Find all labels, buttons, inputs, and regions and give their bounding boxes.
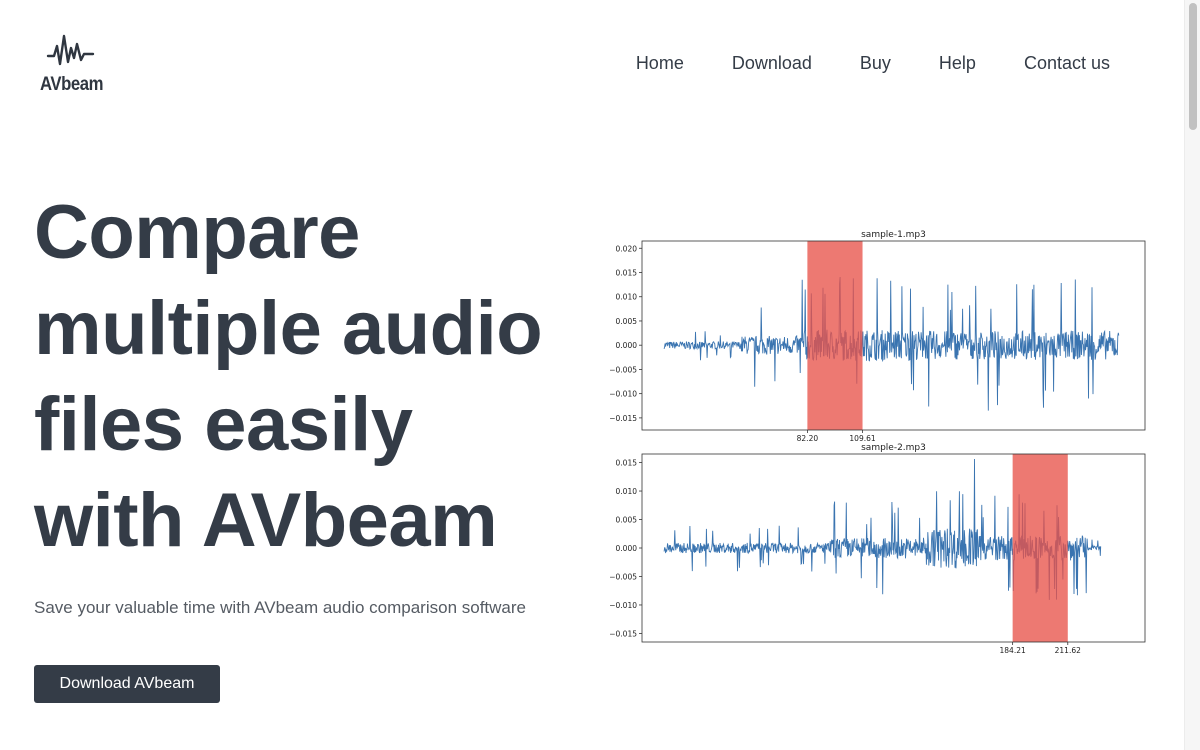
nav-download[interactable]: Download bbox=[732, 53, 812, 74]
y-tick-label: −0.005 bbox=[609, 365, 637, 374]
site-header: AVbeam Home Download Buy Help Contact us bbox=[0, 0, 1184, 130]
chart-title: sample-1.mp3 bbox=[861, 230, 926, 240]
y-tick-label: 0.000 bbox=[616, 544, 638, 553]
y-tick-label: 0.005 bbox=[616, 317, 638, 326]
waveform-comparison-figure: sample-1.mp3 0.020 0.015 0.010 0.005 0.000 −0.… bbox=[600, 225, 1160, 665]
vertical-scrollbar[interactable] bbox=[1184, 0, 1200, 750]
nav-buy[interactable]: Buy bbox=[860, 53, 891, 74]
y-tick-label: −0.005 bbox=[609, 572, 637, 581]
y-tick-label: 0.015 bbox=[616, 269, 638, 278]
hero-subtitle: Save your valuable time with AVbeam audi… bbox=[34, 598, 526, 617]
nav-home[interactable]: Home bbox=[636, 53, 684, 74]
hero-title: Compare multiple audio files easily with… bbox=[34, 185, 594, 569]
hero-title-line: files easily bbox=[34, 382, 413, 467]
y-tick-label: 0.020 bbox=[616, 244, 638, 253]
download-avbeam-button[interactable]: Download AVbeam bbox=[34, 665, 220, 703]
x-tick-label: 211.62 bbox=[1055, 646, 1081, 655]
x-tick-label: 82.20 bbox=[797, 434, 819, 443]
hero-title-line: with AVbeam bbox=[34, 478, 498, 563]
waveform-icon bbox=[46, 34, 95, 66]
waveform-line bbox=[663, 276, 1120, 411]
main-nav: Home Download Buy Help Contact us bbox=[636, 53, 1110, 74]
waveform-plots: sample-1.mp3 0.020 0.015 0.010 0.005 0.000 −0.… bbox=[609, 230, 1146, 655]
y-tick-label: 0.010 bbox=[616, 487, 638, 496]
brand-name: AVbeam bbox=[40, 74, 104, 95]
nav-help[interactable]: Help bbox=[939, 53, 976, 74]
y-tick-label: 0.015 bbox=[616, 459, 638, 468]
hero-title-line: Compare bbox=[34, 190, 360, 275]
y-tick-label: 0.000 bbox=[616, 341, 638, 350]
logo[interactable]: AVbeam bbox=[40, 34, 104, 96]
x-tick-label: 109.61 bbox=[849, 434, 875, 443]
x-tick-label: 184.21 bbox=[1000, 646, 1026, 655]
hero-title-line: multiple audio bbox=[34, 286, 543, 371]
y-tick-label: −0.015 bbox=[609, 414, 637, 423]
highlight-region bbox=[807, 241, 863, 430]
nav-contact-us[interactable]: Contact us bbox=[1024, 53, 1110, 74]
y-tick-label: −0.015 bbox=[609, 629, 637, 638]
y-tick-label: −0.010 bbox=[609, 390, 637, 399]
chart-title: sample-2.mp3 bbox=[861, 443, 926, 453]
highlight-region bbox=[1012, 454, 1068, 642]
y-tick-label: −0.010 bbox=[609, 601, 637, 610]
y-tick-label: 0.005 bbox=[616, 516, 638, 525]
y-tick-label: 0.010 bbox=[616, 293, 638, 302]
scrollbar-thumb[interactable] bbox=[1189, 3, 1197, 130]
